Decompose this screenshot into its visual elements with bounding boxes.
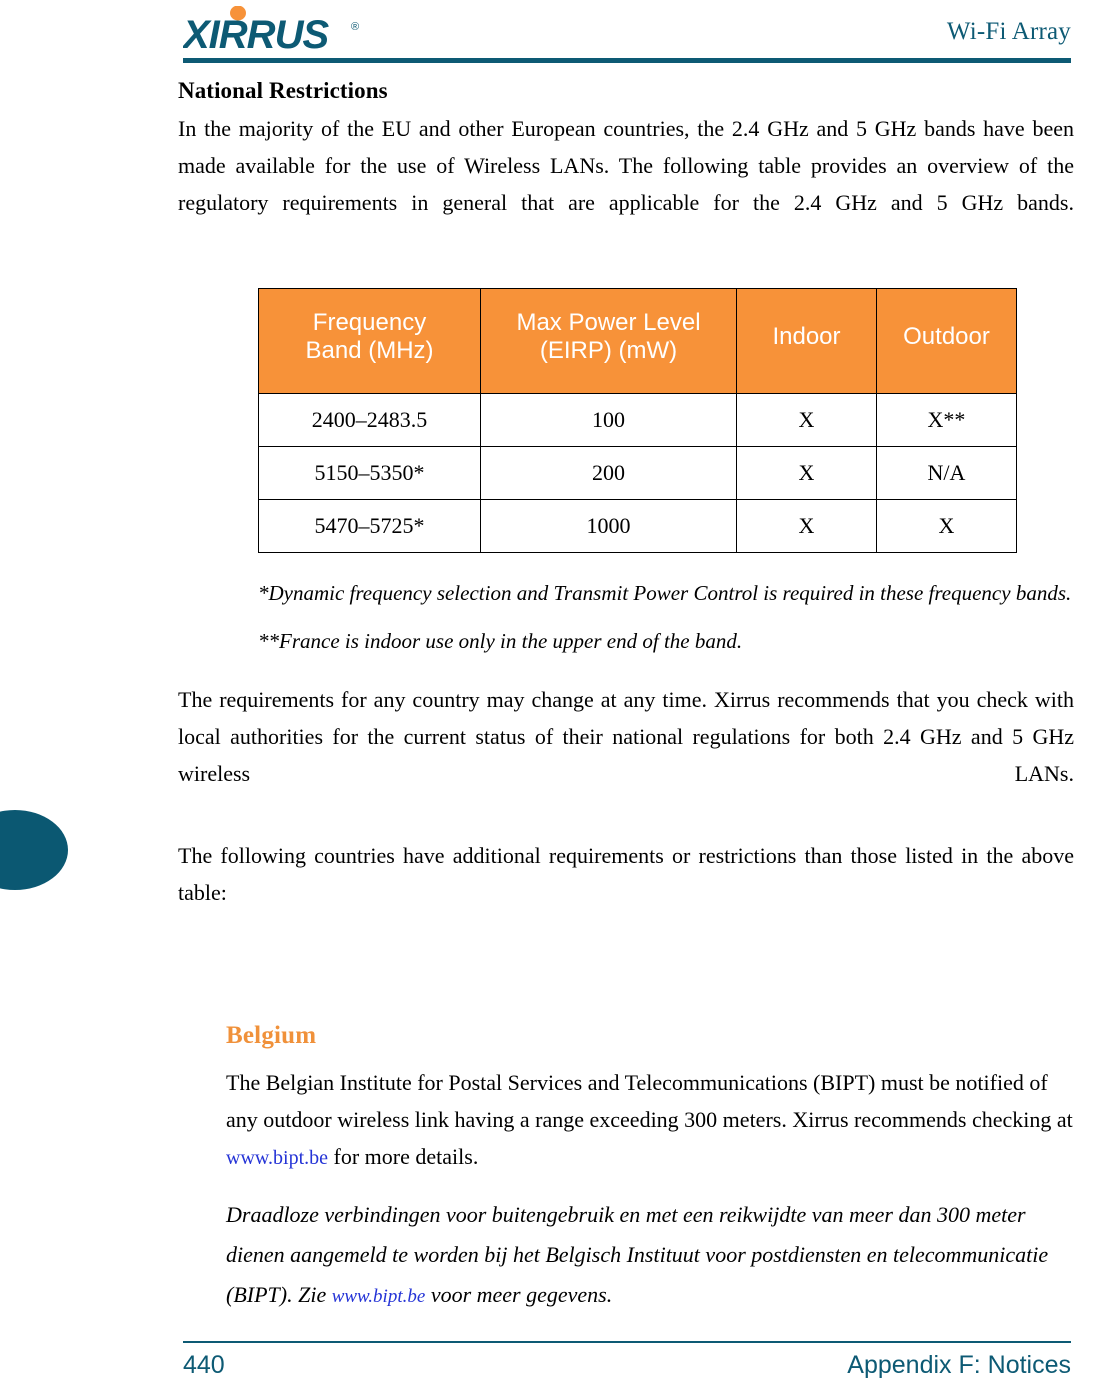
country-heading: Belgium bbox=[226, 1022, 317, 1049]
table-row: 2400–2483.5 100 X X** bbox=[258, 393, 1017, 447]
table-cell-power: 1000 bbox=[480, 499, 737, 553]
country-paragraph-nl: Draadloze verbindingen voor buitengebrui… bbox=[226, 1195, 1074, 1317]
page-header: XIRRUS ® Wi-Fi Array bbox=[183, 0, 1071, 62]
regulatory-table: Frequency Band (MHz) Max Power Level (EI… bbox=[258, 288, 1017, 553]
country-paragraph-en-text-after: for more details. bbox=[328, 1144, 479, 1169]
table-header-line: Frequency bbox=[312, 309, 427, 336]
page-footer: 440 Appendix F: Notices bbox=[183, 1348, 1071, 1382]
header-title: Wi-Fi Array bbox=[946, 18, 1071, 45]
xirrus-logo-icon: XIRRUS ® bbox=[183, 6, 359, 56]
table-row: 5470–5725* 1000 X X bbox=[258, 499, 1017, 553]
table-header-max-power: Max Power Level (EIRP) (mW) bbox=[480, 288, 737, 394]
bipt-link-nl[interactable]: www.bipt.be bbox=[332, 1286, 426, 1307]
footnote-dynamic-frequency: *Dynamic frequency selection and Transmi… bbox=[258, 581, 1072, 605]
table-cell-outdoor: N/A bbox=[876, 446, 1017, 500]
table-cell-band: 5150–5350* bbox=[258, 446, 481, 500]
svg-text:®: ® bbox=[351, 21, 359, 33]
page-thumb-tab bbox=[0, 810, 68, 890]
country-paragraph-nl-text-after: voor meer gegevens. bbox=[425, 1282, 613, 1307]
table-header-row: Frequency Band (MHz) Max Power Level (EI… bbox=[258, 288, 1017, 394]
page-title: National Restrictions bbox=[178, 78, 388, 103]
table-header-line: Indoor bbox=[772, 323, 841, 350]
table-cell-indoor: X bbox=[736, 499, 877, 553]
bipt-link[interactable]: www.bipt.be bbox=[226, 1147, 328, 1169]
table-cell-power: 200 bbox=[480, 446, 737, 500]
table-header-frequency-band: Frequency Band (MHz) bbox=[258, 288, 481, 394]
svg-text:XIRRUS: XIRRUS bbox=[183, 13, 329, 56]
countries-paragraph: The following countries have additional … bbox=[178, 843, 1074, 905]
table-header-line: Outdoor bbox=[903, 323, 990, 350]
xirrus-logo: XIRRUS ® bbox=[183, 6, 383, 56]
footer-divider bbox=[183, 1341, 1071, 1343]
table-header-indoor: Indoor bbox=[736, 288, 877, 394]
footnote-france: **France is indoor use only in the upper… bbox=[258, 629, 743, 653]
table-row: 5150–5350* 200 X N/A bbox=[258, 446, 1017, 500]
table-cell-band: 5470–5725* bbox=[258, 499, 481, 553]
country-paragraph-en: The Belgian Institute for Postal Service… bbox=[226, 1064, 1074, 1177]
intro-paragraph: In the majority of the EU and other Euro… bbox=[178, 116, 1074, 215]
page-number: 440 bbox=[183, 1350, 225, 1379]
table-footnotes: *Dynamic frequency selection and Transmi… bbox=[258, 575, 1074, 659]
table-cell-band: 2400–2483.5 bbox=[258, 393, 481, 447]
post-table-paragraphs: The requirements for any country may cha… bbox=[178, 681, 1074, 948]
appendix-label: Appendix F: Notices bbox=[847, 1350, 1071, 1379]
requirements-paragraph: The requirements for any country may cha… bbox=[178, 687, 1074, 786]
header-divider bbox=[183, 58, 1071, 63]
table-cell-indoor: X bbox=[736, 393, 877, 447]
table-header-outdoor: Outdoor bbox=[876, 288, 1017, 394]
country-paragraph-en-text-before: The Belgian Institute for Postal Service… bbox=[226, 1070, 1073, 1132]
document-page: XIRRUS ® Wi-Fi Array National Restrictio… bbox=[0, 0, 1094, 1381]
table-header-line: Band (MHz) bbox=[305, 337, 434, 364]
country-section-belgium: Belgium The Belgian Institute for Postal… bbox=[226, 1022, 1074, 1317]
table-cell-indoor: X bbox=[736, 446, 877, 500]
table-header-line: Max Power Level bbox=[516, 309, 701, 336]
table-header-line: (EIRP) (mW) bbox=[539, 337, 678, 364]
page-content: National Restrictions In the majority of… bbox=[178, 78, 1074, 1317]
table-cell-outdoor: X** bbox=[876, 393, 1017, 447]
table-cell-power: 100 bbox=[480, 393, 737, 447]
regulatory-table-wrapper: Frequency Band (MHz) Max Power Level (EI… bbox=[258, 288, 1017, 553]
table-cell-outdoor: X bbox=[876, 499, 1017, 553]
